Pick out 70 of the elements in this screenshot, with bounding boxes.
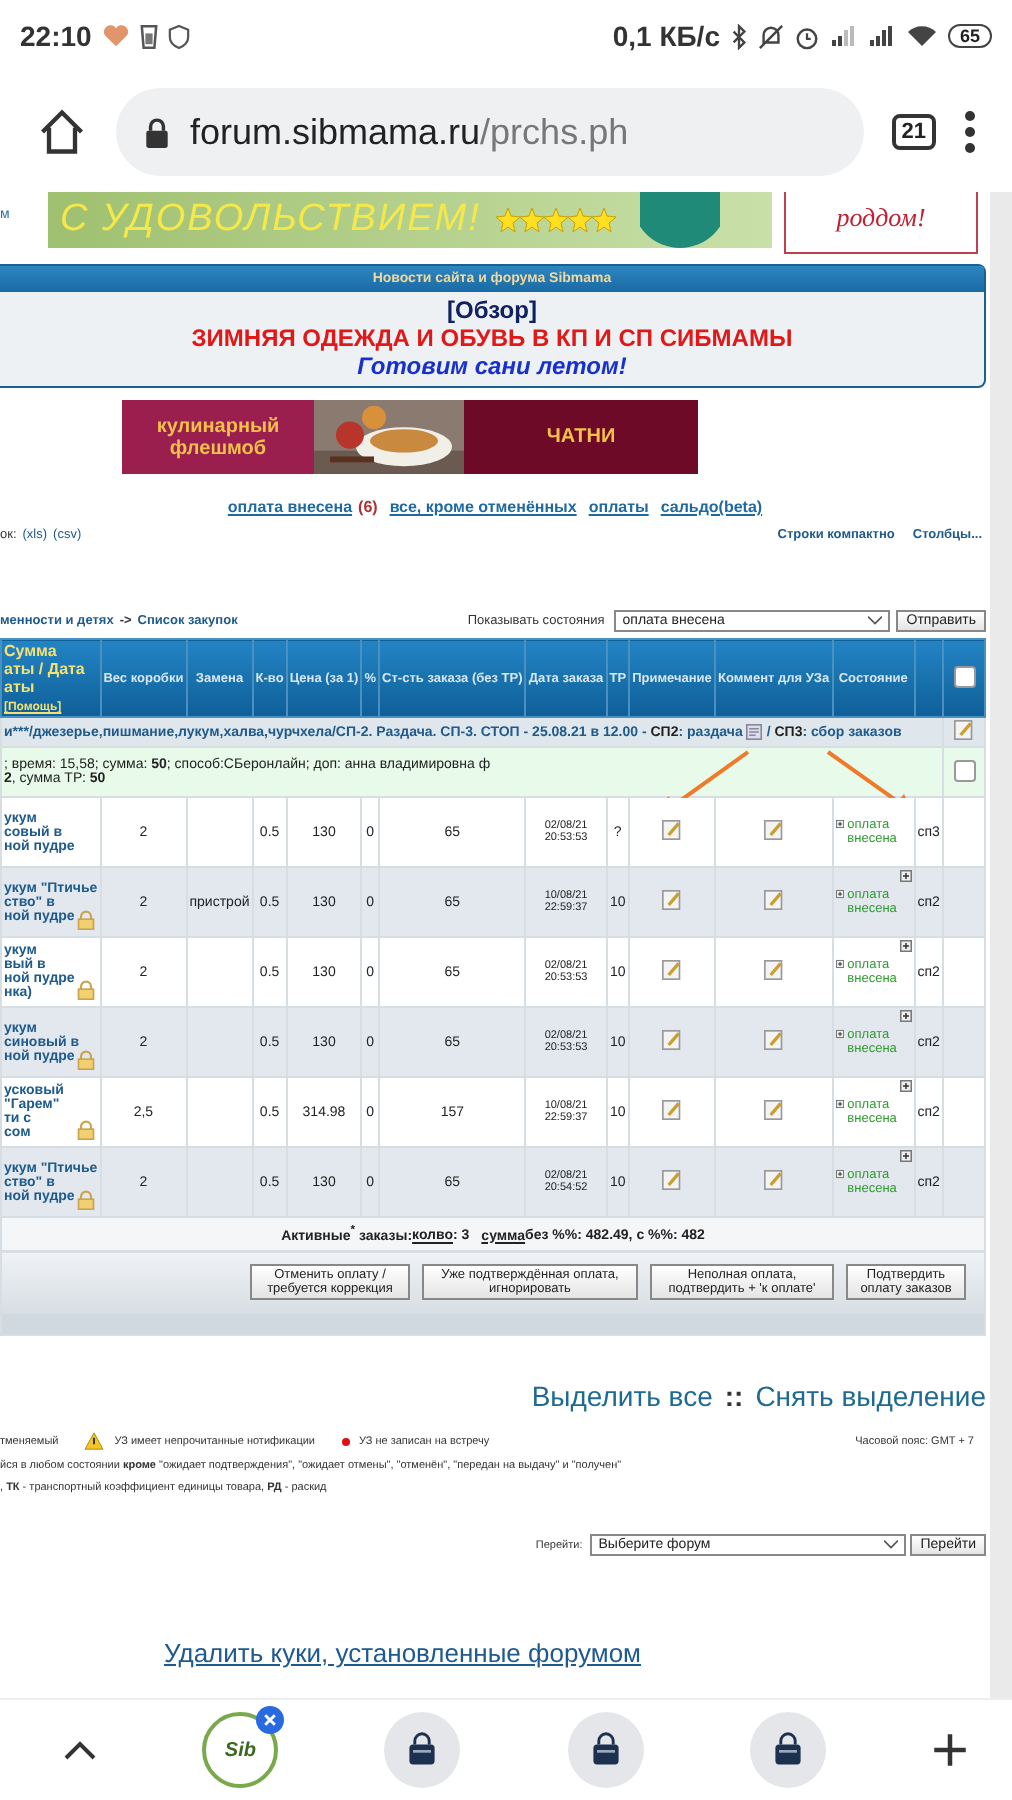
note-icon[interactable] <box>746 724 763 740</box>
close-icon[interactable] <box>256 1706 285 1734</box>
plus-icon[interactable] <box>931 1732 968 1768</box>
filter-link[interactable]: все, кроме отменённых <box>389 498 577 516</box>
expand-icon[interactable] <box>835 818 844 830</box>
expand-icon[interactable] <box>835 1168 844 1180</box>
expand-icon[interactable] <box>899 940 912 952</box>
status-dot <box>341 1437 349 1445</box>
overview-link[interactable]: [Обзор] <box>447 296 537 324</box>
chevron-up-icon[interactable] <box>64 1740 96 1760</box>
select-all-link[interactable]: Выделить все <box>531 1380 713 1412</box>
chevron-icon <box>884 1540 899 1550</box>
heart-icon <box>101 24 130 48</box>
warning-icon <box>84 1432 105 1450</box>
edit-icon[interactable] <box>661 1170 682 1190</box>
news-tagline: Готовим сани летом! <box>357 352 627 380</box>
row-checkbox[interactable] <box>953 759 975 781</box>
stars-icon <box>496 208 617 232</box>
expand-icon[interactable] <box>835 958 844 970</box>
edit-icon[interactable] <box>763 960 784 980</box>
clear-selection-link[interactable]: Снять выделение <box>755 1380 986 1412</box>
expand-icon[interactable] <box>899 1080 912 1092</box>
edit-icon[interactable] <box>661 960 682 980</box>
filter-count: (6) <box>358 498 378 516</box>
delete-cookies-link[interactable]: Удалить куки, установленные форумом <box>164 1638 641 1668</box>
edit-icon[interactable] <box>763 1170 784 1190</box>
tab-count[interactable]: 21 <box>891 114 936 150</box>
bluetooth-icon <box>729 23 748 49</box>
edit-icon[interactable] <box>763 820 784 840</box>
expand-icon[interactable] <box>835 1028 844 1040</box>
ad-banner[interactable]: роддом! <box>784 192 978 254</box>
edit-icon[interactable] <box>661 890 682 910</box>
expand-icon[interactable] <box>899 870 912 882</box>
edit-icon[interactable] <box>763 890 784 910</box>
edit-icon[interactable] <box>661 1030 682 1050</box>
menu-icon[interactable] <box>964 110 976 154</box>
network-speed: 0,1 КБ/с <box>612 20 720 52</box>
filter-link[interactable]: сальдо(beta) <box>660 498 763 516</box>
edit-icon[interactable] <box>954 720 974 740</box>
alarm-icon <box>793 23 820 49</box>
clock: 22:10 <box>20 20 92 52</box>
tab-icon[interactable]: Sib <box>202 1712 279 1788</box>
select-all-checkbox[interactable] <box>953 665 975 687</box>
battery-icon: 65 <box>947 24 992 48</box>
filter-link[interactable]: оплаты <box>588 498 649 516</box>
signal-icon <box>829 24 858 48</box>
promo-banner[interactable]: кулинарный флешмоб ЧАТНИ <box>122 400 698 474</box>
expand-icon[interactable] <box>899 1010 912 1022</box>
chevron-icon <box>868 616 883 626</box>
news-headline[interactable]: ЗИМНЯЯ ОДЕЖДА И ОБУВЬ В КП И СП СИБМАМЫ <box>191 324 793 352</box>
bell-muted-icon <box>757 23 784 49</box>
edit-icon[interactable] <box>763 1030 784 1050</box>
tab-icon[interactable] <box>567 1712 644 1788</box>
cup-icon <box>139 23 158 49</box>
edit-icon[interactable] <box>661 820 682 840</box>
home-icon[interactable] <box>36 106 88 158</box>
expand-icon[interactable] <box>835 1098 844 1110</box>
edit-icon[interactable] <box>661 1100 682 1120</box>
address-field[interactable]: forum.sibmama.ru/prchs.ph <box>116 88 864 176</box>
wifi-icon <box>905 24 938 48</box>
expand-icon[interactable] <box>899 1150 912 1162</box>
edit-icon[interactable] <box>763 1100 784 1120</box>
expand-icon[interactable] <box>835 888 844 900</box>
shield-icon <box>167 23 190 49</box>
separator: :: <box>724 1380 744 1412</box>
filter-link[interactable]: оплата внесена <box>227 498 353 516</box>
signal-icon <box>867 24 896 48</box>
lock-icon <box>144 117 170 147</box>
tab-icon[interactable] <box>384 1712 461 1788</box>
tab-icon[interactable] <box>749 1712 826 1788</box>
